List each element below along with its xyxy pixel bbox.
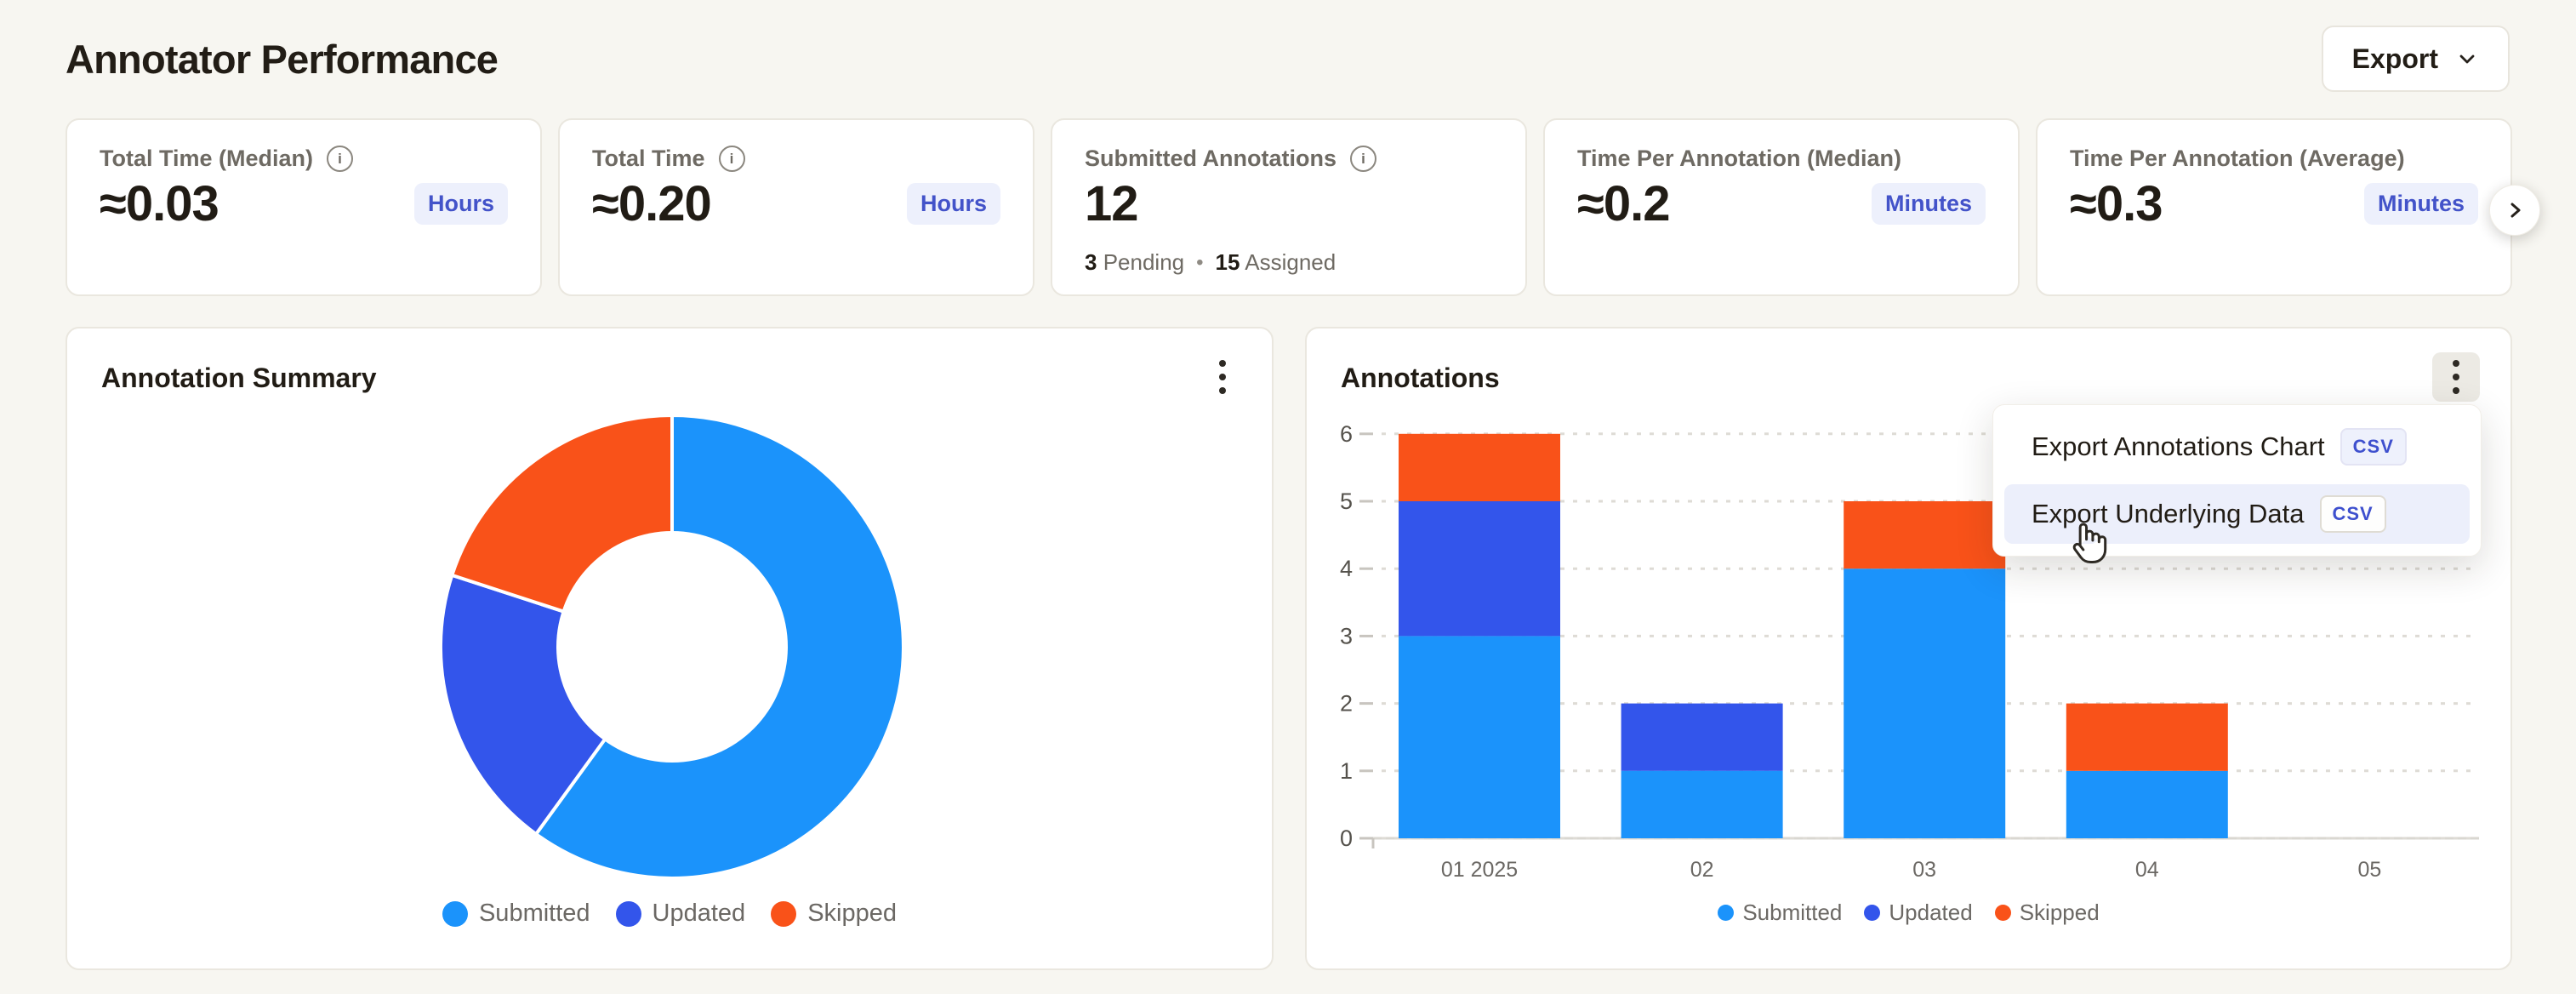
info-icon[interactable]: i xyxy=(327,146,353,172)
bar-legend: Submitted Updated Skipped xyxy=(1307,900,2510,926)
footer-stat-assigned: 15 Assigned xyxy=(1216,249,1336,276)
legend-label: Submitted xyxy=(479,900,590,928)
bar-updated-02[interactable] xyxy=(1621,704,1783,771)
x-tick-label: 02 xyxy=(1690,858,1714,882)
chevron-down-icon xyxy=(2455,47,2479,71)
unit-badge: Minutes xyxy=(1872,183,1986,225)
bar-updated-01-2025[interactable] xyxy=(1399,501,1560,636)
annotations-panel: Annotations 012345601 202502030405 Submi… xyxy=(1305,327,2512,970)
stats-row: Total Time (Median)i≈0.03HoursTotal Time… xyxy=(66,118,2512,296)
stat-card-label-row: Time Per Annotation (Average) xyxy=(2070,146,2478,172)
topbar: Annotator Performance Export xyxy=(66,20,2510,97)
stat-card-time-per-annotation-average: Time Per Annotation (Average) ≈0.3 Minutes xyxy=(2036,118,2512,296)
legend-dot xyxy=(1995,905,2011,921)
y-tick-label: 6 xyxy=(1340,421,1353,447)
kebab-dot xyxy=(1219,374,1226,380)
y-tick-label: 3 xyxy=(1340,623,1353,648)
panel-title-summary: Annotation Summary xyxy=(101,363,377,394)
legend-dot xyxy=(771,901,796,927)
bar-submitted-01-2025[interactable] xyxy=(1399,636,1560,838)
stat-card-value-row: ≈0.2 Minutes xyxy=(1577,175,1986,232)
stat-card-label-row: Submitted Annotations i xyxy=(1085,146,1493,172)
carousel-next-button[interactable] xyxy=(2489,185,2540,236)
x-tick-label: 05 xyxy=(2357,858,2381,882)
annotation-summary-panel: Annotation Summary Submitted Updated Skipp… xyxy=(66,327,1274,970)
legend-dot xyxy=(1718,905,1734,921)
y-tick-label: 0 xyxy=(1340,825,1353,851)
bar-skipped-03[interactable] xyxy=(1844,501,2005,568)
stat-card-time-per-annotation-median: Time Per Annotation (Median) ≈0.2 Minutes xyxy=(1543,118,2020,296)
stat-card-value: ≈0.3 xyxy=(2070,175,2162,232)
legend-item-submitted[interactable]: Submitted xyxy=(442,900,590,928)
export-button-label: Export xyxy=(2352,43,2438,75)
legend-item-updated[interactable]: Updated xyxy=(616,900,746,928)
kebab-menu-button[interactable] xyxy=(1199,352,1246,402)
stat-card-value-row: ≈0.03 Hours xyxy=(100,175,508,232)
kebab-dot xyxy=(1219,387,1226,394)
stat-card-value: ≈0.20 xyxy=(592,175,711,232)
stat-card-label-row: Total Time (Median) i xyxy=(100,146,508,172)
y-tick-label: 1 xyxy=(1340,758,1353,784)
legend-dot xyxy=(442,901,468,927)
stat-card-label-row: Time Per Annotation (Median) xyxy=(1577,146,1986,172)
stat-card-value: ≈0.2 xyxy=(1577,175,1669,232)
x-tick-label: 01 2025 xyxy=(1441,858,1518,882)
stat-card-total-time: Total Time i ≈0.20 Hours xyxy=(558,118,1034,296)
x-tick-label: 04 xyxy=(2135,858,2159,882)
stat-card-label: Time Per Annotation (Median) xyxy=(1577,146,1901,172)
x-tick-label: 03 xyxy=(1912,858,1936,882)
donut-legend: Submitted Updated Skipped xyxy=(67,900,1272,928)
y-tick-label: 4 xyxy=(1340,556,1353,581)
bar-submitted-04[interactable] xyxy=(2066,771,2228,838)
stat-card-value: 12 xyxy=(1085,175,1138,232)
donut-chart[interactable] xyxy=(434,408,910,885)
footer-stat-pending: 3 Pending xyxy=(1085,249,1184,276)
stat-card-value-row: ≈0.3 Minutes xyxy=(2070,175,2478,232)
csv-badge: CSV xyxy=(2340,428,2407,466)
unit-badge: Hours xyxy=(907,183,1000,225)
bar-skipped-04[interactable] xyxy=(2066,704,2228,771)
kebab-dot xyxy=(1219,360,1226,367)
legend-item-submitted[interactable]: Submitted xyxy=(1718,900,1842,926)
stat-card-label: Time Per Annotation (Average) xyxy=(2070,146,2405,172)
y-tick-label: 2 xyxy=(1340,691,1353,717)
stat-card-label: Total Time xyxy=(592,146,705,172)
legend-item-skipped[interactable]: Skipped xyxy=(771,900,897,928)
chevron-right-icon xyxy=(2503,198,2527,222)
menu-item-export-annotations-chart[interactable]: Export Annotations Chart CSV xyxy=(2004,417,2470,477)
stat-card-submitted-annotations: Submitted Annotations i 12 3 Pending • 15 Ass… xyxy=(1051,118,1527,296)
legend-item-updated[interactable]: Updated xyxy=(1864,900,1972,926)
csv-badge: CSV xyxy=(2320,495,2386,533)
bar-submitted-03[interactable] xyxy=(1844,568,2005,838)
legend-label: Submitted xyxy=(1742,900,1842,926)
legend-label: Skipped xyxy=(2020,900,2100,926)
export-button[interactable]: Export xyxy=(2322,26,2510,92)
bar-skipped-01-2025[interactable] xyxy=(1399,434,1560,501)
legend-item-skipped[interactable]: Skipped xyxy=(1995,900,2100,926)
legend-dot xyxy=(1864,905,1880,921)
stat-card-label-row: Total Time i xyxy=(592,146,1000,172)
y-tick-label: 5 xyxy=(1340,488,1353,514)
stat-card-value: ≈0.03 xyxy=(100,175,219,232)
page-title: Annotator Performance xyxy=(66,36,498,83)
info-icon[interactable]: i xyxy=(1350,146,1376,172)
menu-item-label: Export Annotations Chart xyxy=(2032,431,2325,462)
bar-submitted-02[interactable] xyxy=(1621,771,1783,838)
stat-card-label: Submitted Annotations xyxy=(1085,146,1336,172)
cursor-pointer-icon xyxy=(2065,519,2109,570)
dot-separator: • xyxy=(1196,251,1203,275)
unit-badge: Hours xyxy=(414,183,508,225)
info-icon[interactable]: i xyxy=(719,146,745,172)
legend-label: Updated xyxy=(653,900,746,928)
legend-dot xyxy=(616,901,641,927)
legend-label: Skipped xyxy=(807,900,897,928)
stat-card-value-row: ≈0.20 Hours xyxy=(592,175,1000,232)
stat-card-footer: 3 Pending • 15 Assigned xyxy=(1085,249,1336,276)
stat-card-total-time-median: Total Time (Median) i ≈0.03 Hours xyxy=(66,118,542,296)
stat-card-label: Total Time (Median) xyxy=(100,146,313,172)
unit-badge: Minutes xyxy=(2364,183,2478,225)
stat-card-value-row: 12 xyxy=(1085,175,1493,232)
legend-label: Updated xyxy=(1889,900,1972,926)
